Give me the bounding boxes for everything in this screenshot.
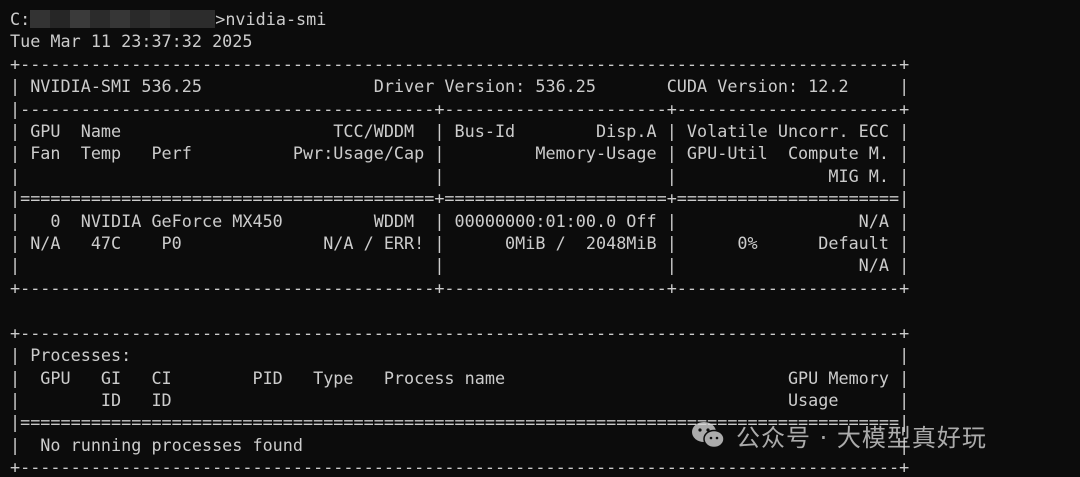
redacted-path (30, 10, 216, 28)
drive-prefix: C: (10, 9, 31, 29)
command-text: >nvidia-smi (215, 9, 327, 29)
smi-output-line: | 0 NVIDIA GeForce MX450 WDDM | 00000000… (10, 210, 910, 231)
smi-output-line: +---------------------------------------… (10, 322, 910, 343)
smi-output-line: | Fan Temp Perf Pwr:Usage/Cap | Memory-U… (10, 143, 910, 164)
smi-output-line: +---------------------------------------… (10, 457, 910, 477)
nvidia-smi-table: +---------------------------------------… (10, 53, 1070, 477)
smi-output-line (10, 299, 1070, 321)
wechat-icon (692, 422, 725, 449)
smi-output-line: | | | MIG M. | (10, 165, 910, 186)
terminal-window[interactable]: C: >nvidia-smi Tue Mar 11 23:37:32 2025 +--… (10, 8, 1070, 477)
smi-output-line: | N/A 47C P0 N/A / ERR! | 0MiB / 2048MiB… (10, 233, 910, 254)
smi-output-line: +---------------------------------------… (10, 53, 910, 74)
smi-output-line: | Processes: | (10, 345, 910, 366)
smi-output-line: |---------------------------------------… (10, 98, 910, 119)
smi-output-line: | NVIDIA-SMI 536.25 Driver Version: 536.… (10, 76, 910, 97)
terminal-output: C: >nvidia-smi Tue Mar 11 23:37:32 2025 +--… (10, 8, 1070, 477)
smi-output-line: | | | N/A | (10, 255, 910, 276)
smi-output-line: |=======================================… (10, 188, 910, 209)
timestamp-line: Tue Mar 11 23:37:32 2025 (10, 31, 253, 52)
watermark: 公众号 · 大模型真好玩 (690, 418, 987, 452)
command-prompt-line: C: >nvidia-smi (10, 8, 1070, 30)
smi-output-line: | GPU GI CI PID Type Process name GPU Me… (10, 367, 910, 388)
smi-output-line: | GPU Name TCC/WDDM | Bus-Id Disp.A | Vo… (10, 121, 910, 142)
smi-output-line: +---------------------------------------… (10, 277, 910, 298)
watermark-text: 公众号 · 大模型真好玩 (736, 423, 987, 452)
smi-output-line: | ID ID Usage | (10, 389, 910, 410)
